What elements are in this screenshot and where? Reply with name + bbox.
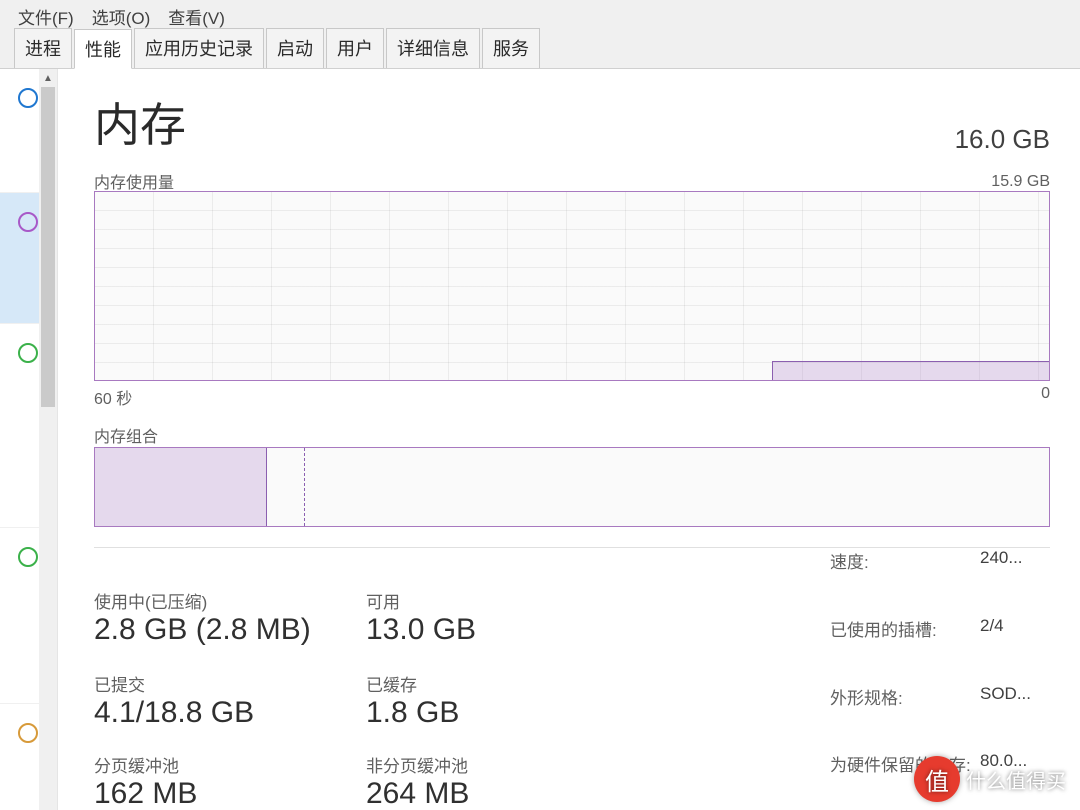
main-panel: 内存 16.0 GB 内存使用量 15.9 GB 60 秒 0 内存组合 使用中…: [58, 69, 1080, 810]
prop-speed-value: 240...: [980, 548, 1050, 608]
tab-processes[interactable]: 进程: [14, 28, 72, 68]
available-value: 13.0 GB: [366, 613, 566, 647]
sidebar-ring-icon: [18, 547, 38, 567]
composition-free: [305, 448, 1049, 526]
prop-slots-key: 已使用的插槽:: [830, 616, 980, 676]
cached-label: 已缓存: [366, 671, 566, 696]
memory-usage-graph: [94, 191, 1050, 381]
menu-bar: 文件(F) 选项(O) 查看(V): [0, 0, 1080, 28]
tabs-row: 进程 性能 应用历史记录 启动 用户 详细信息 服务: [0, 28, 1080, 69]
page-title: 内存: [94, 89, 186, 155]
prop-slots-value: 2/4: [980, 616, 1050, 676]
tab-startup[interactable]: 启动: [266, 28, 324, 68]
in-use-value: 2.8 GB (2.8 MB): [94, 613, 354, 647]
committed-label: 已提交: [94, 671, 354, 696]
committed-value: 4.1/18.8 GB: [94, 696, 354, 730]
composition-label: 内存组合: [94, 423, 1050, 447]
paged-value: 162 MB: [94, 777, 354, 810]
nonpaged-value: 264 MB: [366, 777, 566, 810]
tab-services[interactable]: 服务: [482, 28, 540, 68]
nonpaged-label: 非分页缓冲池: [366, 752, 566, 777]
cached-value: 1.8 GB: [366, 696, 566, 730]
prop-form-value: SOD...: [980, 684, 1050, 744]
tab-details[interactable]: 详细信息: [386, 28, 480, 68]
axis-left: 60 秒: [94, 385, 132, 409]
composition-used: [95, 448, 267, 526]
sidebar: CPU0% 1.08 GHz内存2.9/15.9 GB (18%)磁盘 0 (C…: [0, 69, 58, 810]
menu-view[interactable]: 查看(V): [168, 4, 225, 24]
sidebar-ring-icon: [18, 723, 38, 743]
watermark-text: 什么值得买: [966, 765, 1066, 794]
axis-right: 0: [1041, 385, 1050, 409]
paged-label: 分页缓冲池: [94, 752, 354, 777]
memory-total: 16.0 GB: [955, 124, 1050, 155]
sidebar-ring-icon: [18, 88, 38, 108]
available-label: 可用: [366, 588, 566, 613]
watermark-badge-icon: 值: [914, 756, 960, 802]
composition-modified: [267, 448, 305, 526]
scroll-thumb[interactable]: [41, 87, 55, 407]
memory-composition-bar: [94, 447, 1050, 527]
sidebar-ring-icon: [18, 212, 38, 232]
prop-speed-key: 速度:: [830, 548, 980, 608]
watermark: 值 什么值得买: [914, 756, 1066, 802]
graph-fill: [772, 361, 1049, 380]
in-use-label: 使用中(已压缩): [94, 588, 354, 613]
prop-form-key: 外形规格:: [830, 684, 980, 744]
scrollbar[interactable]: ▲: [39, 69, 57, 810]
scroll-up-icon[interactable]: ▲: [39, 69, 57, 87]
tab-performance[interactable]: 性能: [74, 29, 132, 69]
graph-max: 15.9 GB: [94, 173, 1050, 191]
sidebar-ring-icon: [18, 343, 38, 363]
tab-users[interactable]: 用户: [326, 28, 384, 68]
tab-app-history[interactable]: 应用历史记录: [134, 28, 264, 68]
menu-options[interactable]: 选项(O): [92, 4, 151, 24]
menu-file[interactable]: 文件(F): [18, 4, 74, 24]
